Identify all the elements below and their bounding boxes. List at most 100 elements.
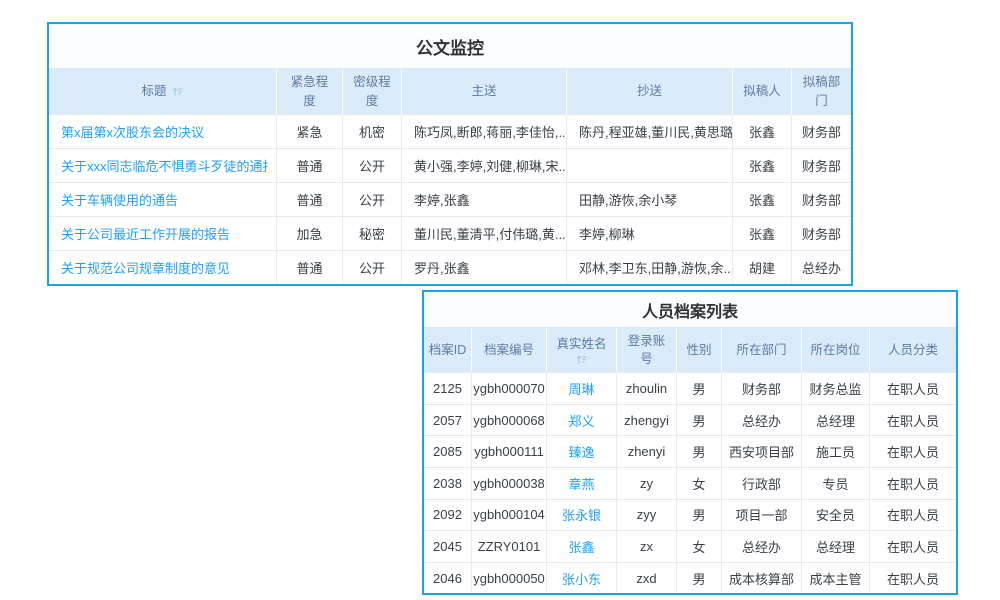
col-header-title[interactable]: 标题 [49, 69, 277, 114]
personnel-header-row: 档案ID 档案编号 真实姓名 登录账号 性别 所在部门 所在岗位 人员分类 [424, 328, 956, 372]
archive-id-cell: 2092 [424, 500, 472, 531]
gender-cell: 男 [677, 436, 722, 467]
position-cell: 专员 [802, 468, 870, 499]
archive-no-cell: ygbh000104 [472, 500, 547, 531]
archive-id-cell: 2046 [424, 563, 472, 594]
gender-cell: 男 [677, 373, 722, 404]
archive-no-cell: ZZRY0101 [472, 531, 547, 562]
personnel-archive-panel: 人员档案列表 档案ID 档案编号 真实姓名 登录账号 性别 所在部门 所在岗位 … [422, 290, 958, 595]
col-header-position: 所在岗位 [802, 328, 870, 372]
position-cell: 总经理 [802, 405, 870, 436]
drafter-cell: 张鑫 [733, 183, 792, 216]
real-name-cell: 郑义 [547, 405, 617, 436]
position-cell: 施工员 [802, 436, 870, 467]
archive-no-cell: ygbh000050 [472, 563, 547, 594]
urgency-cell: 紧急 [277, 115, 343, 148]
person-name-link[interactable]: 章燕 [568, 474, 594, 493]
archive-id-cell: 2057 [424, 405, 472, 436]
archive-no-cell: ygbh000070 [472, 373, 547, 404]
main-send-cell: 李婷,张鑫 [402, 183, 567, 216]
department-cell: 项目一部 [722, 500, 802, 531]
table-row: 2045 ZZRY0101 张鑫 zx 女 总经办 总经理 在职人员 [424, 530, 956, 562]
position-cell: 安全员 [802, 500, 870, 531]
person-name-link[interactable]: 张永银 [562, 505, 601, 524]
gender-cell: 男 [677, 405, 722, 436]
login-account-cell: zhengyi [617, 405, 677, 436]
person-name-link[interactable]: 张鑫 [568, 537, 594, 556]
doc-title-link[interactable]: 关于xxx同志临危不惧勇斗歹徒的通报 [61, 156, 268, 175]
table-row: 关于xxx同志临危不惧勇斗歹徒的通报 普通 公开 黄小强,李婷,刘健,柳琳,宋.… [49, 148, 851, 182]
sort-icon [575, 353, 588, 366]
department-cell: 财务部 [722, 373, 802, 404]
archive-id-cell: 2125 [424, 373, 472, 404]
secrecy-cell: 机密 [343, 115, 402, 148]
col-header-main-send: 主送 [402, 69, 567, 114]
secrecy-cell: 公开 [343, 149, 402, 182]
urgency-cell: 加急 [277, 217, 343, 250]
doc-title-link[interactable]: 关于公司最近工作开展的报告 [61, 224, 230, 243]
category-cell: 在职人员 [870, 531, 956, 562]
urgency-cell: 普通 [277, 149, 343, 182]
gender-cell: 男 [677, 500, 722, 531]
drafter-cell: 胡建 [733, 251, 792, 284]
real-name-cell: 周琳 [547, 373, 617, 404]
doc-title-link[interactable]: 关于规范公司规章制度的意见 [61, 258, 230, 277]
person-name-link[interactable]: 臻逸 [568, 442, 594, 461]
title-cell: 第x届第x次股东会的决议 [49, 115, 277, 148]
main-send-cell: 黄小强,李婷,刘健,柳琳,宋... [402, 149, 567, 182]
title-cell: 关于xxx同志临危不惧勇斗歹徒的通报 [49, 149, 277, 182]
col-header-login-account: 登录账号 [617, 328, 677, 372]
table-row: 2125 ygbh000070 周琳 zhoulin 男 财务部 财务总监 在职… [424, 372, 956, 404]
real-name-cell: 张小东 [547, 563, 617, 594]
col-header-drafter: 拟稿人 [733, 69, 792, 114]
col-header-gender: 性别 [677, 328, 722, 372]
table-row: 2046 ygbh000050 张小东 zxd 男 成本核算部 成本主管 在职人… [424, 562, 956, 594]
archive-no-cell: ygbh000038 [472, 468, 547, 499]
table-row: 2038 ygbh000038 章燕 zy 女 行政部 专员 在职人员 [424, 467, 956, 499]
person-name-link[interactable]: 周琳 [568, 379, 594, 398]
sort-icon [171, 85, 184, 98]
gender-cell: 男 [677, 563, 722, 594]
table-row: 第x届第x次股东会的决议 紧急 机密 陈巧凤,断郎,蒋丽,李佳怡,... 陈丹,… [49, 114, 851, 148]
col-header-archive-id: 档案ID [424, 328, 472, 372]
doc-monitor-header-row: 标题 紧急程度 密级程度 主送 抄送 拟稿人 拟稿部门 [49, 69, 851, 114]
gender-cell: 女 [677, 531, 722, 562]
secrecy-cell: 公开 [343, 251, 402, 284]
drafter-cell: 张鑫 [733, 115, 792, 148]
person-name-link[interactable]: 张小东 [562, 569, 601, 588]
cc-cell: 李婷,柳琳 [567, 217, 733, 250]
person-name-link[interactable]: 郑义 [568, 411, 594, 430]
archive-no-cell: ygbh000068 [472, 405, 547, 436]
drafter-cell: 张鑫 [733, 217, 792, 250]
archive-id-cell: 2038 [424, 468, 472, 499]
cc-cell: 邓林,李卫东,田静,游恢,余... [567, 251, 733, 284]
draft-dept-cell: 总经办 [792, 251, 851, 284]
category-cell: 在职人员 [870, 373, 956, 404]
doc-monitor-panel: 公文监控 标题 紧急程度 密级程度 主送 抄送 拟稿人 拟稿部门 第x届第x次股… [47, 22, 853, 286]
doc-title-link[interactable]: 第x届第x次股东会的决议 [61, 122, 204, 141]
urgency-cell: 普通 [277, 251, 343, 284]
doc-monitor-title: 公文监控 [49, 24, 851, 69]
main-send-cell: 罗丹,张鑫 [402, 251, 567, 284]
category-cell: 在职人员 [870, 468, 956, 499]
doc-title-link[interactable]: 关于车辆使用的通告 [61, 190, 178, 209]
real-name-cell: 臻逸 [547, 436, 617, 467]
drafter-cell: 张鑫 [733, 149, 792, 182]
position-cell: 总经理 [802, 531, 870, 562]
real-name-cell: 张永银 [547, 500, 617, 531]
col-header-real-name[interactable]: 真实姓名 [547, 328, 617, 372]
login-account-cell: zxd [617, 563, 677, 594]
department-cell: 行政部 [722, 468, 802, 499]
table-row: 2085 ygbh000111 臻逸 zhenyi 男 西安项目部 施工员 在职… [424, 435, 956, 467]
real-name-cell: 章燕 [547, 468, 617, 499]
secrecy-cell: 公开 [343, 183, 402, 216]
col-header-category: 人员分类 [870, 328, 956, 372]
real-name-cell: 张鑫 [547, 531, 617, 562]
cc-cell: 田静,游恢,余小琴 [567, 183, 733, 216]
draft-dept-cell: 财务部 [792, 115, 851, 148]
col-header-urgency: 紧急程度 [277, 69, 343, 114]
col-header-secrecy: 密级程度 [343, 69, 402, 114]
table-row: 关于公司最近工作开展的报告 加急 秘密 董川民,董清平,付伟璐,黄... 李婷,… [49, 216, 851, 250]
category-cell: 在职人员 [870, 563, 956, 594]
secrecy-cell: 秘密 [343, 217, 402, 250]
